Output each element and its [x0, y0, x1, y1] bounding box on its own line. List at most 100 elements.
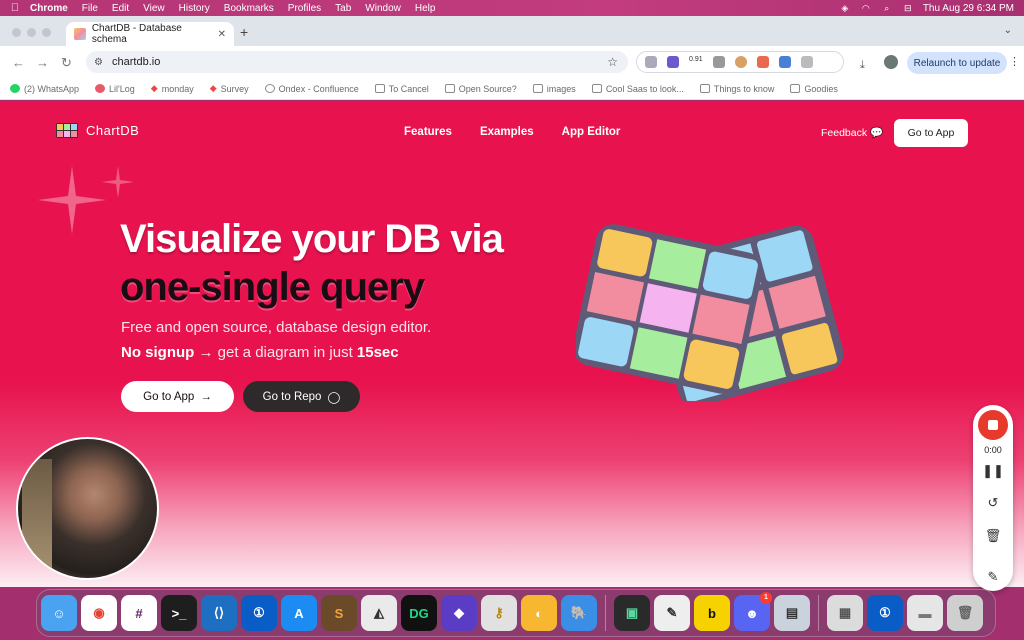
- search-icon[interactable]: ⌕: [881, 3, 893, 13]
- browser-menu-icon[interactable]: ⋮: [1009, 55, 1020, 68]
- finder-icon[interactable]: ☺: [41, 595, 77, 631]
- monday-icon: ◆: [150, 83, 158, 93]
- stop-recording-button[interactable]: [978, 410, 1008, 440]
- apple-icon[interactable]: : [0, 2, 30, 14]
- sublime-icon[interactable]: S: [321, 595, 357, 631]
- close-window-button[interactable]: [12, 28, 21, 37]
- feedback-link[interactable]: Feedback 💬: [821, 126, 883, 139]
- back-arrow-icon[interactable]: ←: [12, 55, 25, 70]
- dock-separator: [818, 595, 819, 631]
- postgres-icon[interactable]: 🐘: [561, 595, 597, 631]
- menu-edit[interactable]: Edit: [112, 3, 129, 14]
- app-icon-3[interactable]: ▣: [614, 595, 650, 631]
- bookmark-folder[interactable]: Open Source?: [444, 84, 517, 94]
- keychain-icon[interactable]: ⚷: [481, 595, 517, 631]
- go-to-repo-button[interactable]: Go to Repo ◯: [243, 381, 360, 412]
- app-icon-4[interactable]: b: [694, 595, 730, 631]
- webcam-bubble[interactable]: [16, 437, 159, 580]
- shortcuts-icon[interactable]: ◆: [441, 595, 477, 631]
- chrome-icon[interactable]: ◉: [81, 595, 117, 631]
- trash-icon[interactable]: 🗑: [973, 528, 1013, 544]
- menu-app-name[interactable]: Chrome: [30, 3, 68, 14]
- pause-icon[interactable]: ❚❚: [973, 463, 1013, 479]
- app-icon-2[interactable]: ◐: [521, 595, 557, 631]
- close-tab-icon[interactable]: ✕: [218, 29, 226, 40]
- pencil-icon[interactable]: ✎: [973, 569, 1013, 585]
- restart-icon[interactable]: ↺: [973, 495, 1013, 511]
- go-to-app-header-button[interactable]: Go to App: [894, 119, 968, 147]
- bookmark-folder[interactable]: Cool Saas to look...: [591, 84, 684, 94]
- app-icon-5[interactable]: ▬: [907, 595, 943, 631]
- trash-can-icon[interactable]: 🗑: [947, 595, 983, 631]
- translate-extension-icon[interactable]: [778, 56, 791, 68]
- bookmark-folder[interactable]: To Cancel: [374, 84, 429, 94]
- subtitle: Free and open source, database design ed…: [121, 319, 432, 336]
- wifi-icon[interactable]: ◠: [860, 3, 872, 13]
- bookmark-label: Things to know: [713, 83, 775, 94]
- datagrip-icon[interactable]: DG: [401, 595, 437, 631]
- slack-icon[interactable]: #: [121, 595, 157, 631]
- relaunch-button[interactable]: Relaunch to update: [907, 52, 1007, 74]
- bookmark-lillog[interactable]: Lil'Log: [95, 84, 135, 94]
- nav-examples[interactable]: Examples: [480, 126, 534, 138]
- bookmark-folder[interactable]: images: [532, 84, 576, 94]
- menu-bookmarks[interactable]: Bookmarks: [224, 3, 274, 14]
- bookmark-star-icon[interactable]: ☆: [607, 55, 618, 69]
- menu-profiles[interactable]: Profiles: [288, 3, 321, 14]
- chartdb-logo[interactable]: ChartDB: [56, 123, 139, 138]
- bookmarks-bar: (2) WhatsApp Lil'Log ◆ monday ◆ Survey Ond…: [0, 78, 1024, 100]
- terminal-icon[interactable]: >_: [161, 595, 197, 631]
- cookie-extension-icon[interactable]: [734, 56, 747, 68]
- eye-off-extension-icon[interactable]: [712, 56, 725, 68]
- menu-tab[interactable]: Tab: [335, 3, 351, 14]
- reload-icon[interactable]: ↻: [61, 55, 72, 71]
- site-info-icon[interactable]: ⚙: [94, 57, 103, 68]
- forward-arrow-icon[interactable]: →: [36, 55, 49, 70]
- discord-icon[interactable]: ☻ 1: [734, 592, 772, 631]
- address-bar[interactable]: ⚙ chartdb.io ☆: [86, 51, 628, 73]
- profile-avatar[interactable]: [884, 55, 898, 69]
- tab-chartdb[interactable]: ChartDB - Database schema ✕: [66, 22, 234, 46]
- downloads-stack-icon[interactable]: ▦: [827, 595, 863, 631]
- app-icon[interactable]: ◭: [361, 595, 397, 631]
- menu-help[interactable]: Help: [415, 3, 436, 14]
- bookmark-folder[interactable]: Things to know: [699, 83, 775, 94]
- puzzle-extensions-icon[interactable]: [800, 56, 813, 68]
- menu-clock[interactable]: Thu Aug 29 6:34 PM: [923, 3, 1014, 14]
- folder-icon: [591, 84, 602, 93]
- extension-counter[interactable]: 0.91: [689, 56, 703, 68]
- 1password-mini-icon[interactable]: ①: [867, 595, 903, 631]
- download-icon[interactable]: ⤓: [860, 59, 865, 72]
- nav-app-editor[interactable]: App Editor: [562, 126, 621, 138]
- control-center-icon[interactable]: ⊟: [902, 3, 914, 13]
- preview-icon[interactable]: ▤: [774, 595, 810, 631]
- zoom-window-button[interactable]: [42, 28, 51, 37]
- bookmark-survey[interactable]: ◆ Survey: [210, 84, 249, 94]
- folder-icon: [374, 84, 385, 93]
- window-controls: [12, 28, 51, 37]
- minimize-window-button[interactable]: [27, 28, 36, 37]
- vscode-icon[interactable]: ⟨⟩: [201, 595, 237, 631]
- bookmark-whatsapp[interactable]: (2) WhatsApp: [10, 84, 79, 94]
- 1password-icon[interactable]: ①: [241, 595, 277, 631]
- bookmark-monday[interactable]: ◆ monday: [151, 84, 194, 94]
- extension-icon-2[interactable]: [756, 56, 769, 68]
- menu-file[interactable]: File: [82, 3, 98, 14]
- notes-icon[interactable]: ✎: [654, 595, 690, 631]
- nav-features[interactable]: Features: [404, 126, 452, 138]
- menu-bar:  Chrome File Edit View History Bookmark…: [0, 0, 1024, 16]
- menu-view[interactable]: View: [143, 3, 165, 14]
- status-icon[interactable]: ◈: [839, 3, 851, 13]
- tab-search-chevron-icon[interactable]: ⌄: [1004, 25, 1012, 36]
- camera-extension-icon[interactable]: [645, 56, 657, 68]
- extension-icon[interactable]: [667, 56, 679, 68]
- menu-history[interactable]: History: [179, 3, 210, 14]
- bookmark-folder[interactable]: Goodies: [790, 84, 838, 94]
- go-to-app-button[interactable]: Go to App →: [121, 381, 234, 412]
- new-tab-icon[interactable]: +: [240, 24, 248, 40]
- bookmark-label: Survey: [220, 83, 249, 94]
- bookmark-confluence[interactable]: Ondex - Confluence: [264, 84, 359, 94]
- url-text: chartdb.io: [112, 56, 161, 68]
- menu-window[interactable]: Window: [365, 3, 401, 14]
- app-store-icon[interactable]: A: [281, 595, 317, 631]
